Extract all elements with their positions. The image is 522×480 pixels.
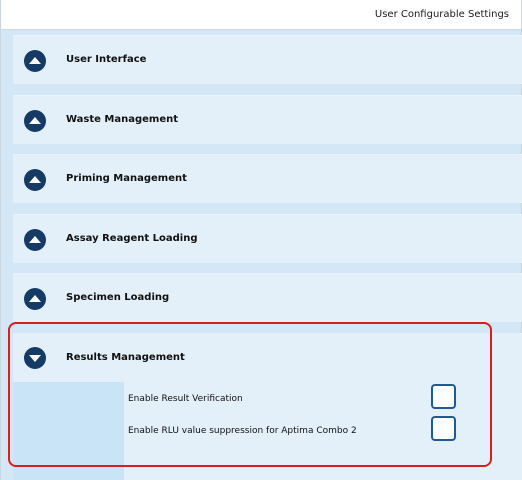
section-assay-reagent-loading[interactable]: Assay Reagent Loading bbox=[13, 214, 522, 263]
title-bar: User Configurable Settings bbox=[1, 0, 521, 30]
settings-side-panel bbox=[13, 382, 124, 480]
settings-body: Enable Result Verification Enable RLU va… bbox=[13, 382, 522, 480]
section-label: Specimen Loading bbox=[66, 292, 170, 303]
section-label: Results Management bbox=[66, 352, 185, 363]
setting-label: Enable Result Verification bbox=[128, 394, 243, 404]
section-label: Waste Management bbox=[66, 114, 179, 125]
section-specimen-loading[interactable]: Specimen Loading bbox=[13, 273, 522, 322]
rlu-suppression-checkbox[interactable] bbox=[431, 416, 456, 441]
section-waste-management[interactable]: Waste Management bbox=[13, 95, 522, 144]
chevron-up-icon[interactable] bbox=[24, 288, 46, 310]
result-verification-checkbox[interactable] bbox=[431, 384, 456, 409]
setting-row-rlu-suppression: Enable RLU value suppression for Aptima … bbox=[128, 419, 468, 445]
section-header-results-management[interactable]: Results Management bbox=[13, 333, 522, 382]
section-label: Assay Reagent Loading bbox=[66, 233, 198, 244]
chevron-down-icon[interactable] bbox=[24, 347, 46, 369]
section-results-management: Results Management Enable Result Verific… bbox=[13, 333, 522, 480]
setting-row-result-verification: Enable Result Verification bbox=[128, 387, 468, 413]
setting-label: Enable RLU value suppression for Aptima … bbox=[128, 426, 357, 436]
chevron-up-icon[interactable] bbox=[24, 169, 46, 191]
chevron-up-icon[interactable] bbox=[24, 50, 46, 72]
section-label: User Interface bbox=[66, 54, 147, 65]
chevron-up-icon[interactable] bbox=[24, 110, 46, 132]
section-label: Priming Management bbox=[66, 173, 187, 184]
section-priming-management[interactable]: Priming Management bbox=[13, 154, 522, 203]
chevron-up-icon[interactable] bbox=[24, 229, 46, 251]
section-user-interface[interactable]: User Interface bbox=[13, 35, 522, 84]
settings-window: User Configurable Settings User Interfac… bbox=[0, 0, 522, 480]
window-title: User Configurable Settings bbox=[374, 9, 509, 20]
